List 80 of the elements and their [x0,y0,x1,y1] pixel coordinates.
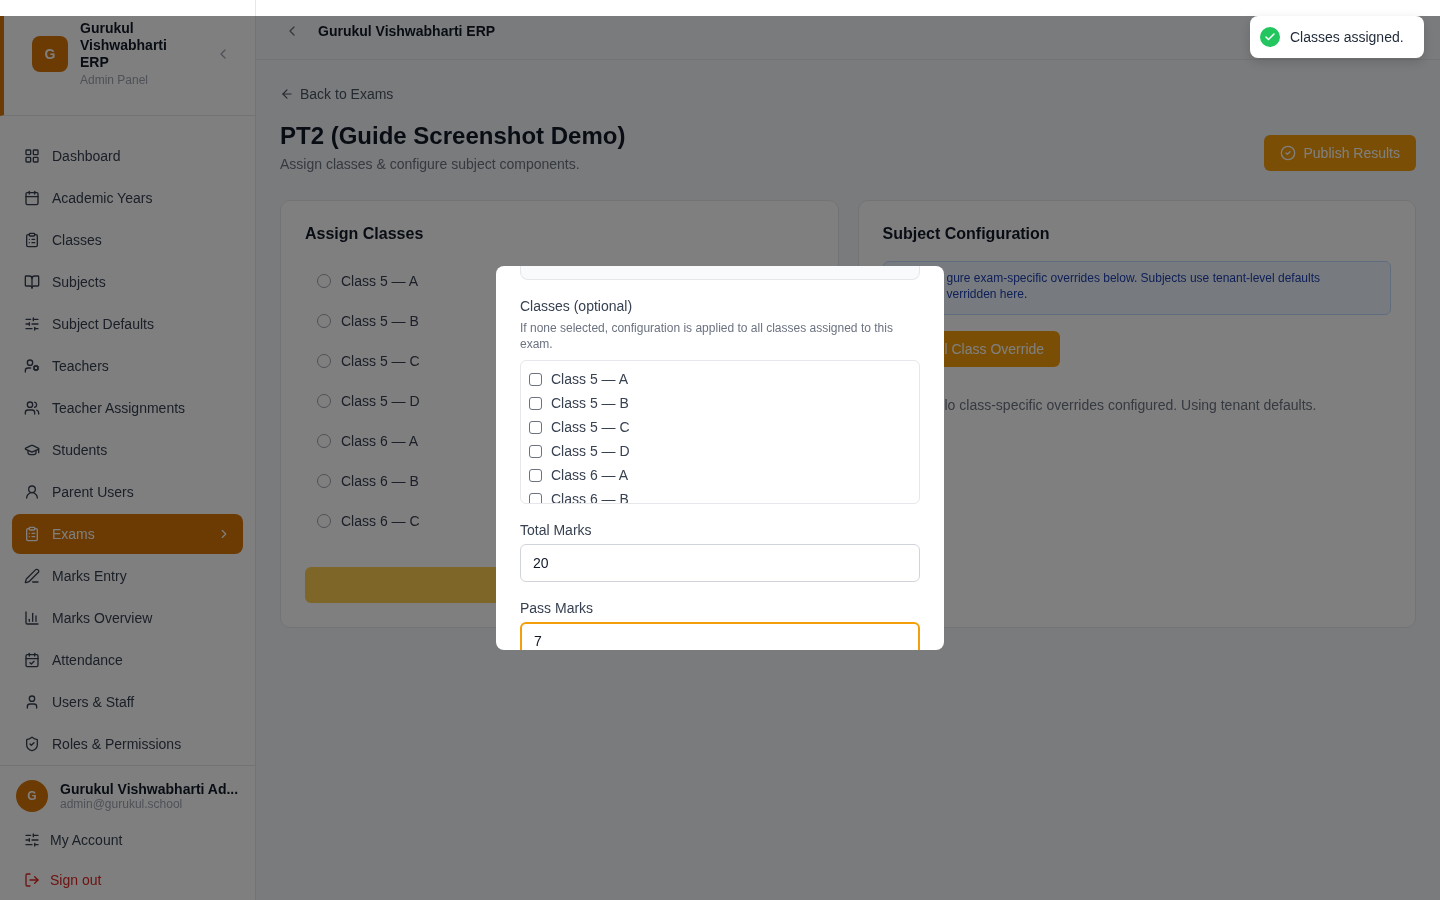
field-label: Total Marks [520,522,593,538]
sidebar-item[interactable]: Marks Entry [12,556,243,596]
card-title: Subject Configuration [882,225,1051,243]
sidebar-item[interactable]: Attendance [12,640,243,680]
sidebar-item[interactable]: Exams [12,514,243,554]
radio-button[interactable] [317,354,331,368]
checkbox[interactable] [529,396,542,410]
nav-icon [24,526,40,542]
sidebar-item[interactable]: Academic Years [12,178,243,218]
checkbox[interactable] [529,444,542,458]
success-icon [1260,27,1280,47]
sidebar-item[interactable]: Classes [12,220,243,260]
sidebar-item[interactable]: Teachers [12,346,243,386]
nav-icon [24,442,40,458]
field-label: Classes (optional) [520,298,634,314]
logo-badge: G [32,35,68,72]
radio-button[interactable] [317,434,331,448]
sidebar-item[interactable]: Dashboard [12,136,243,176]
sidebar-item[interactable]: Teacher Assignments [12,388,243,428]
sidebar-item[interactable]: Marks Overview [12,598,243,638]
sliders-icon [24,832,40,848]
checkbox[interactable] [529,492,542,503]
topbar-title: Gurukul Vishwabharti ERP [318,22,496,39]
class-option: Class 5 — D [551,443,630,459]
total-marks-input[interactable]: 20 [520,544,920,582]
class-option: Class 5 — B [341,313,419,329]
nav-icon [24,400,40,416]
checkbox[interactable] [529,372,542,386]
radio-button[interactable] [317,314,331,328]
checkbox[interactable] [529,468,542,482]
user-name: Gurukul Vishwabharti Ad... [60,781,239,797]
nav-icon [24,316,40,332]
sign-out-link[interactable]: Sign out [12,860,243,900]
sidebar-item[interactable]: Subjects [12,262,243,302]
card-title: Assign Classes [305,225,425,243]
radio-button[interactable] [317,514,331,528]
nav-icon [24,736,40,752]
sidebar-item[interactable]: Parent Users [12,472,243,512]
nav-icon [24,484,40,500]
nav-icon [24,694,40,710]
nav-icon [24,232,40,248]
class-option: Class 6 — A [341,433,419,449]
class-option: Class 6 — A [551,467,629,483]
class-option: Class 5 — B [551,395,629,411]
sidebar-item[interactable]: Roles & Permissions [12,724,243,764]
class-option: Class 6 — C [341,513,420,529]
class-option: Class 5 — C [341,353,420,369]
field-label: Pass Marks [520,600,595,616]
user-avatar: G [16,780,48,812]
sidebar-item[interactable]: Students [12,430,243,470]
info-text: gure exam-specific overrides below. Subjects use tenant-level defaults [946,270,1322,286]
radio-button[interactable] [317,394,331,408]
nav-icon [24,652,40,668]
account-link[interactable]: My Account [12,820,243,860]
nav-icon [24,148,40,164]
page-title: PT2 (Guide Screenshot Demo) [280,122,626,150]
class-option: Class 5 — A [341,273,419,289]
class-option: Class 6 — B [341,473,419,489]
app-name: Gurukul Vishwabharti ERP [80,20,168,71]
nav-icon [24,274,40,290]
check-circle-icon [1279,145,1296,161]
checkbox[interactable] [529,420,542,434]
class-option: Class 5 — C [551,419,630,435]
pass-marks-input[interactable]: 7 [520,622,920,650]
nav-icon [24,610,40,626]
logout-icon [24,872,40,888]
sidebar-item[interactable]: Subject Defaults [12,304,243,344]
nav-icon [24,568,40,584]
page-subtitle: Assign classes & configure subject components. [280,156,581,172]
info-text: verridden here. [946,286,1029,302]
empty-message: lo class-specific overrides configured. Using tenant defaults. [943,397,1318,413]
class-option: Class 5 — D [341,393,420,409]
back-link[interactable]: Back to Exams [280,86,394,102]
class-option: Class 5 — A [551,371,629,387]
radio-button[interactable] [317,274,331,288]
nav-icon [24,358,40,374]
toast-message: Classes assigned. [1290,29,1404,45]
radio-button[interactable] [317,474,331,488]
nav-icon [24,190,40,206]
sidebar-item[interactable]: Users & Staff [12,682,243,722]
